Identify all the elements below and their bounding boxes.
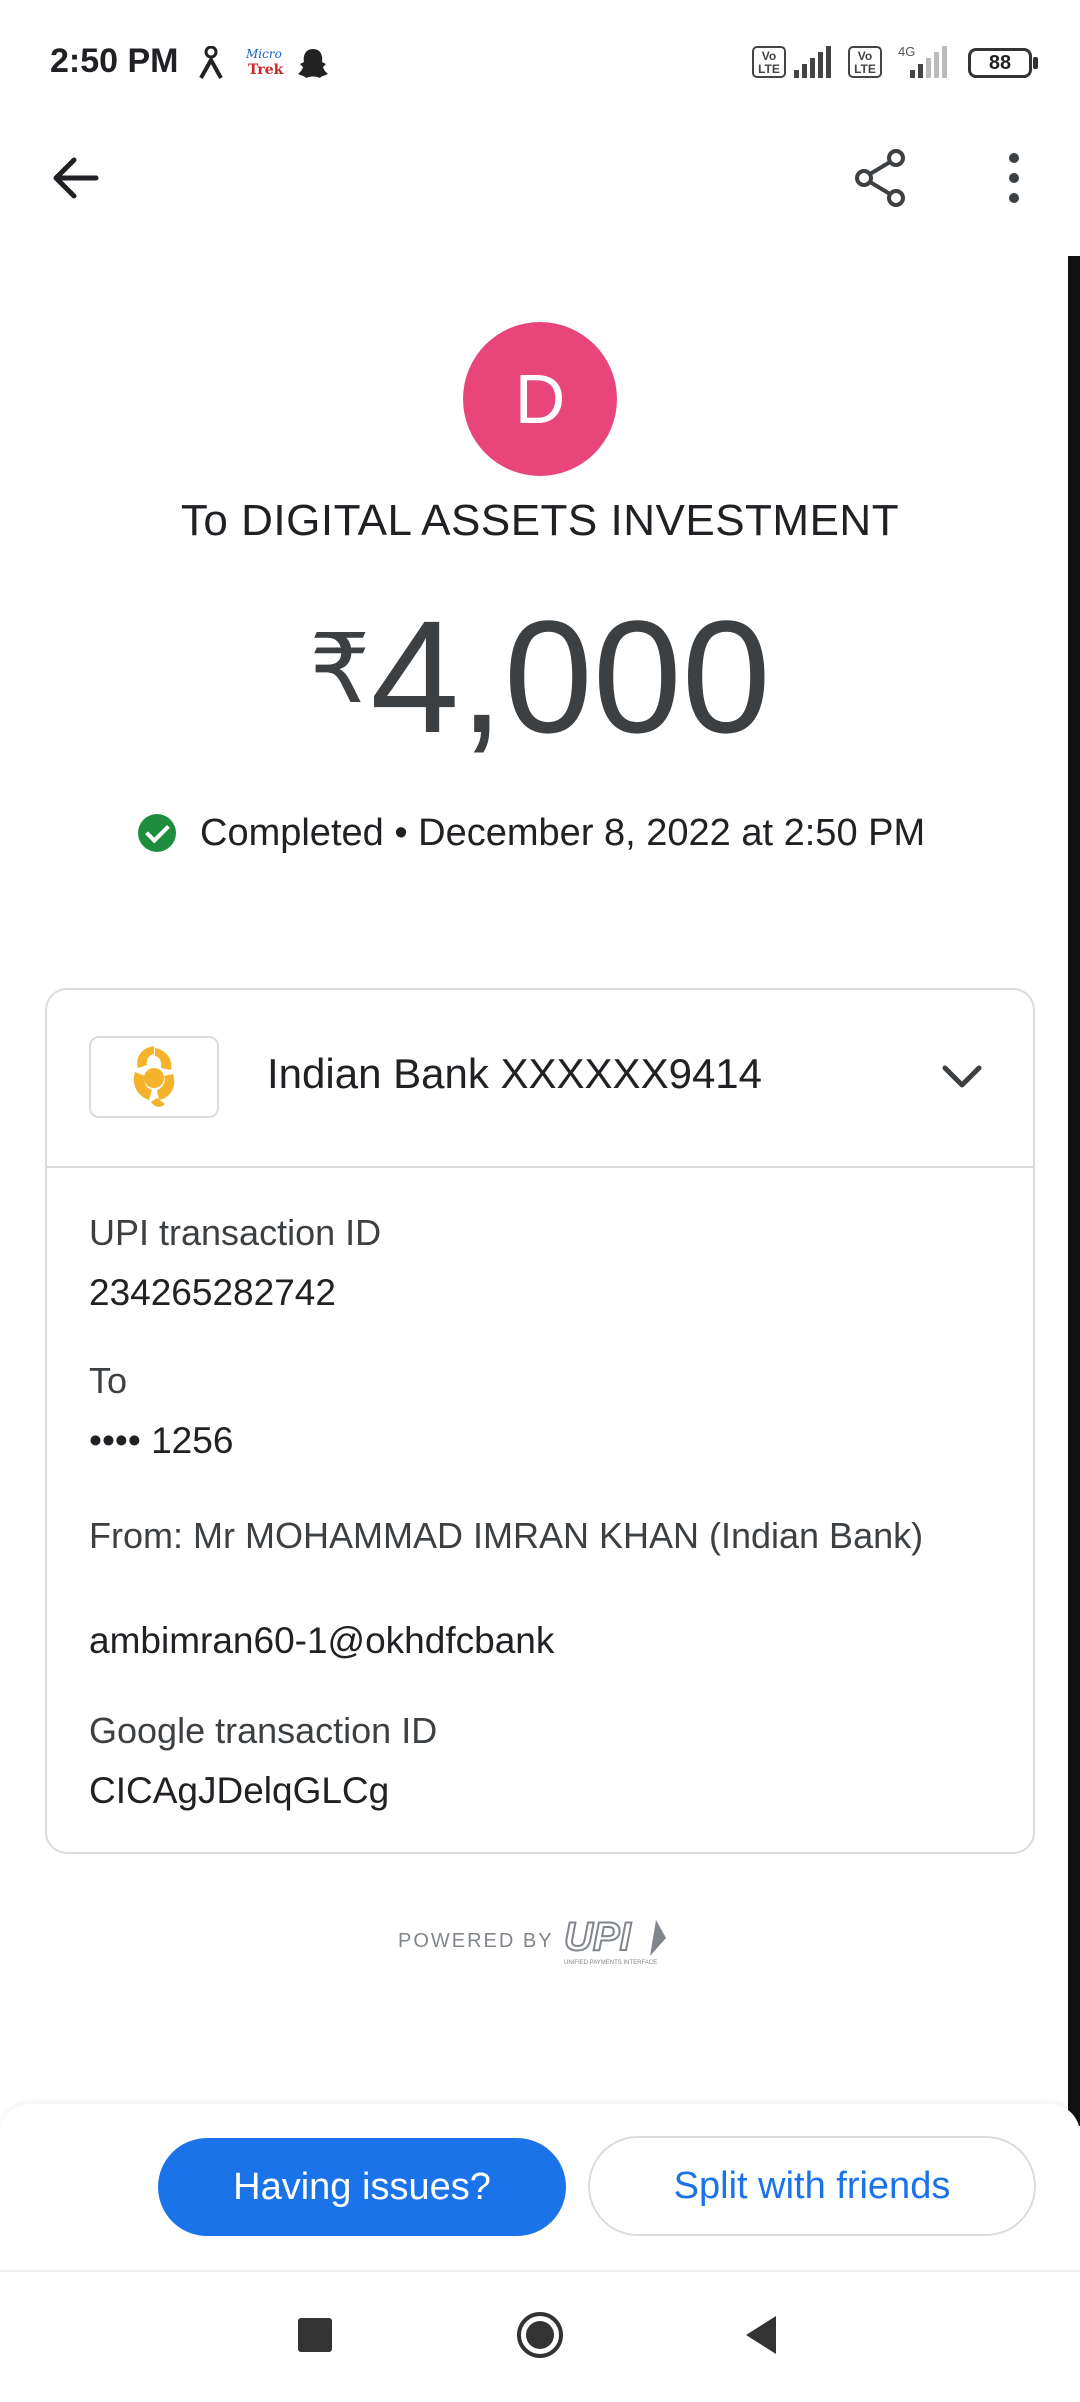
status-text: Completed • December 8, 2022 at 2:50 PM [200, 811, 926, 854]
having-issues-button[interactable]: Having issues? [158, 2138, 566, 2236]
upi-transaction-id-label: UPI transaction ID [89, 1212, 382, 1253]
person-icon [199, 46, 223, 79]
status-time: 2:50 PM [50, 42, 179, 80]
svg-text:Micro: Micro [245, 47, 282, 61]
recent-apps-button[interactable] [298, 2318, 332, 2352]
bank-logo [89, 1036, 219, 1118]
from-upi-id-value: ambimran60-1@okhdfcbank [89, 1620, 555, 1661]
powered-by-label: POWERED BY [398, 1930, 554, 1952]
transaction-details-card: Indian Bank XXXXXX9414 UPI transaction I… [45, 988, 1035, 1854]
share-icon [855, 149, 905, 207]
from-label: From: Mr MOHAMMAD IMRAN KHAN (Indian Ban… [89, 1515, 924, 1556]
upi-transaction-id-value: 234265282742 [89, 1272, 336, 1313]
bank-account-row[interactable]: Indian Bank XXXXXX9414 [47, 990, 1033, 1168]
volte-icon: Vo LTE [848, 46, 882, 78]
signal-4g-icon [910, 46, 947, 78]
status-bar: 2:50 PM Micro Trek Vo LTE Vo LTE 4G 88 [0, 0, 1080, 130]
to-account-value: •••• 1256 [89, 1420, 234, 1461]
payee-name: To DIGITAL ASSETS INVESTMENT [180, 496, 900, 545]
more-vert-icon [1009, 153, 1019, 203]
google-transaction-id-value: CICAgJDelqGLCg [89, 1770, 390, 1811]
bank-account-name: Indian Bank XXXXXX9414 [267, 1050, 763, 1097]
amount-value: 4,000 [370, 587, 771, 766]
battery-tip [1033, 57, 1038, 69]
svg-text:Trek: Trek [248, 62, 284, 78]
nav-back-button[interactable] [740, 2310, 780, 2360]
signal-icon [794, 46, 831, 78]
snapchat-ghost-icon [298, 49, 328, 78]
share-button[interactable] [846, 142, 918, 214]
transaction-status: Completed • December 8, 2022 at 2:50 PM [138, 808, 925, 858]
split-with-friends-button[interactable]: Split with friends [588, 2136, 1036, 2236]
currency-symbol: ₹ [309, 616, 371, 723]
arrow-back-icon [53, 157, 99, 199]
upi-tagline: UNIFIED PAYMENTS INTERFACE [564, 1960, 657, 1966]
upi-logo-text: UPI [564, 1915, 632, 1959]
back-button[interactable] [40, 142, 112, 214]
indian-bank-logo-icon [133, 1046, 175, 1107]
transaction-amount: ₹4,000 [0, 585, 1080, 769]
chevron-down-icon[interactable] [927, 1042, 997, 1112]
home-button[interactable] [515, 2310, 565, 2360]
battery-icon: 88 [968, 48, 1032, 78]
google-transaction-id-label: Google transaction ID [89, 1710, 438, 1751]
volte-icon: Vo LTE [752, 46, 786, 78]
more-options-button[interactable] [978, 142, 1050, 214]
to-label: To [89, 1360, 128, 1401]
check-circle-icon [138, 814, 176, 852]
upi-logo-icon: UPI UNIFIED PAYMENTS INTERFACE [563, 1914, 666, 1966]
payee-avatar: D [463, 322, 617, 476]
microtrek-app-icon: Micro Trek [245, 47, 284, 78]
